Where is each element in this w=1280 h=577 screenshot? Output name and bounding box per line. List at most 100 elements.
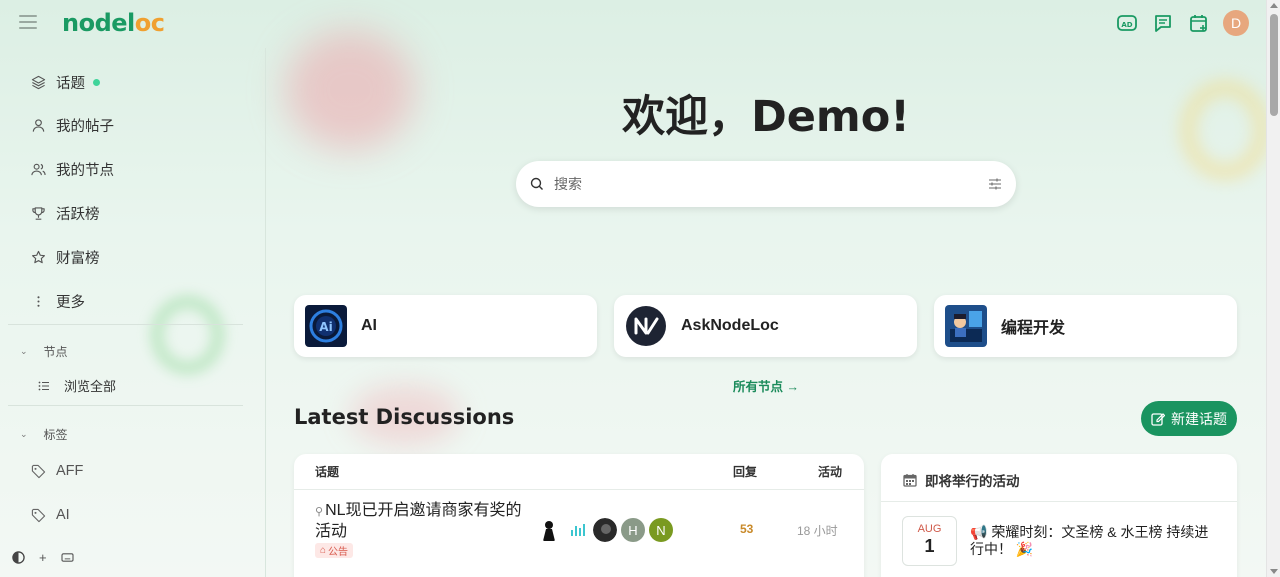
search-bar[interactable] (516, 161, 1016, 207)
sidebar-item-activity-rank[interactable]: 活跃榜 (31, 203, 100, 224)
category-name: AskNodeLoc (681, 317, 779, 334)
topic-title-text: NL现已开启邀请商家有奖的活动 (315, 502, 522, 540)
category-card-asknodeloc[interactable]: AskNodeLoc (614, 295, 917, 357)
section-nodes-header[interactable]: ⌄ 节点 (20, 343, 68, 360)
calendar-icon (903, 474, 917, 487)
logo-text-main: nodel (62, 9, 135, 37)
all-nodes-link[interactable]: 所有节点 → (733, 376, 799, 395)
sidebar-item-my-nodes[interactable]: 我的节点 (31, 159, 114, 180)
trophy-icon (32, 207, 45, 220)
theme-toggle-icon[interactable] (12, 551, 25, 564)
last-activity-time[interactable]: 18 小时 (797, 522, 838, 539)
sidebar-item-label: 浏览全部 (64, 379, 117, 394)
new-topic-label: 新建话题 (1171, 410, 1227, 427)
sidebar-item-label: 财富榜 (56, 251, 100, 267)
user-avatar[interactable]: D (1223, 10, 1249, 36)
topic-title-link[interactable]: ⚲ NL现已开启邀请商家有奖的活动 (315, 501, 525, 541)
event-date-badge: AUG 1 (902, 516, 957, 566)
logo-text-accent: oc (134, 9, 165, 37)
event-month: AUG (917, 523, 942, 535)
topic-category-badge[interactable]: ⌂ 公告 (315, 543, 354, 558)
users-icon (31, 163, 46, 176)
tag-icon (31, 464, 46, 478)
section-tags-header[interactable]: ⌄ 标签 (20, 426, 68, 443)
scroll-down-arrow-icon[interactable] (1270, 569, 1278, 574)
chevron-down-icon: ⌄ (20, 429, 28, 439)
chat-icon[interactable] (1151, 11, 1175, 35)
new-indicator-dot (93, 79, 100, 86)
search-icon (530, 177, 543, 190)
event-day: 1 (924, 536, 935, 556)
events-header: 即将举行的活动 (903, 470, 1020, 490)
svg-text:AD: AD (1121, 21, 1132, 29)
poster-avatar-chart[interactable] (565, 518, 589, 542)
page-scrollbar[interactable] (1266, 0, 1280, 577)
section-title: 节点 (43, 345, 68, 359)
new-topic-button[interactable]: 新建话题 (1141, 401, 1237, 436)
menu-toggle-icon[interactable] (19, 15, 37, 29)
topic-category-label: 公告 (328, 547, 349, 558)
party-popper-icon: 🎉 (1015, 541, 1034, 557)
poster-avatars: H N (537, 518, 673, 542)
latest-discussions-title: Latest Discussions (294, 405, 515, 429)
welcome-heading: 欢迎，Demo! (622, 92, 910, 142)
megaphone-icon: 📢 (970, 524, 988, 540)
sidebar-item-my-posts[interactable]: 我的帖子 (31, 115, 114, 136)
sidebar-item-label: 我的帖子 (56, 119, 114, 135)
keyboard-icon[interactable] (61, 552, 74, 563)
poster-avatar-n[interactable]: N (649, 518, 673, 542)
event-title-link[interactable]: 📢 荣耀时刻：文圣榜 & 水王榜 持续进行中！ 🎉 (970, 524, 1220, 558)
sidebar-item-label: AFF (56, 463, 84, 479)
chevron-down-icon: ⌄ (20, 346, 28, 356)
event-title-text: 荣耀时刻：文圣榜 & 水王榜 持续进行中！ (970, 524, 1209, 557)
section-title: 标签 (43, 428, 68, 442)
category-card-ai[interactable]: Ai AI (294, 295, 597, 357)
sidebar-item-topics[interactable]: 话题 (31, 72, 100, 93)
programming-category-image (945, 305, 987, 347)
layers-icon (31, 75, 46, 90)
poster-avatar-h[interactable]: H (621, 518, 645, 542)
sidebar-item-label: 活跃榜 (56, 207, 100, 223)
filter-sliders-icon[interactable] (988, 177, 1002, 191)
site-logo[interactable]: nodeloc (62, 9, 165, 37)
sidebar: 话题 我的帖子 我的节点 活跃榜 财富榜 更多 ⌄ 节点 浏览全部 ⌄ 标签 A… (0, 48, 266, 577)
top-header: nodeloc AD D (0, 0, 1266, 48)
add-icon[interactable]: + (39, 550, 47, 565)
sidebar-divider (8, 405, 243, 406)
edit-icon (1151, 412, 1165, 426)
sidebar-item-wealth-rank[interactable]: 财富榜 (31, 247, 100, 268)
sidebar-tag-ai[interactable]: AI (31, 507, 70, 523)
ai-category-image: Ai (305, 305, 347, 347)
column-header-topic[interactable]: 话题 (315, 463, 339, 480)
svg-text:Ai: Ai (319, 320, 332, 334)
list-icon (38, 381, 49, 390)
bell-icon: ⌂ (320, 545, 327, 556)
search-input[interactable] (554, 176, 988, 192)
sidebar-item-more[interactable]: 更多 (31, 291, 85, 312)
sidebar-footer: + (12, 550, 74, 565)
sidebar-item-label: 我的节点 (56, 163, 114, 179)
scroll-up-arrow-icon[interactable] (1270, 3, 1278, 8)
sidebar-item-label: 更多 (56, 295, 85, 311)
sidebar-item-label: AI (56, 507, 70, 523)
asknodeloc-logo-icon (626, 306, 666, 346)
sidebar-tag-aff[interactable]: AFF (31, 463, 83, 479)
more-vertical-icon (37, 296, 40, 307)
user-icon (32, 119, 45, 132)
poster-avatar-photo[interactable] (593, 518, 617, 542)
sidebar-item-browse-all[interactable]: 浏览全部 (38, 376, 116, 395)
ad-icon[interactable]: AD (1115, 11, 1139, 35)
column-header-activity[interactable]: 活动 (818, 463, 842, 480)
pin-icon: ⚲ (315, 506, 324, 518)
reply-count[interactable]: 53 (740, 522, 753, 536)
scrollbar-thumb[interactable] (1270, 14, 1278, 116)
sidebar-item-label: 话题 (56, 76, 85, 92)
poster-avatar-silhouette[interactable] (537, 518, 561, 542)
upcoming-events-panel: 即将举行的活动 AUG 1 📢 荣耀时刻：文圣榜 & 水王榜 持续进行中！ 🎉 (881, 454, 1237, 577)
tag-icon (31, 508, 46, 522)
calendar-plus-icon[interactable] (1187, 11, 1211, 35)
column-header-replies[interactable]: 回复 (733, 463, 757, 480)
sidebar-divider (8, 324, 243, 325)
category-card-programming[interactable]: 编程开发 (934, 295, 1237, 357)
events-divider (881, 501, 1237, 502)
